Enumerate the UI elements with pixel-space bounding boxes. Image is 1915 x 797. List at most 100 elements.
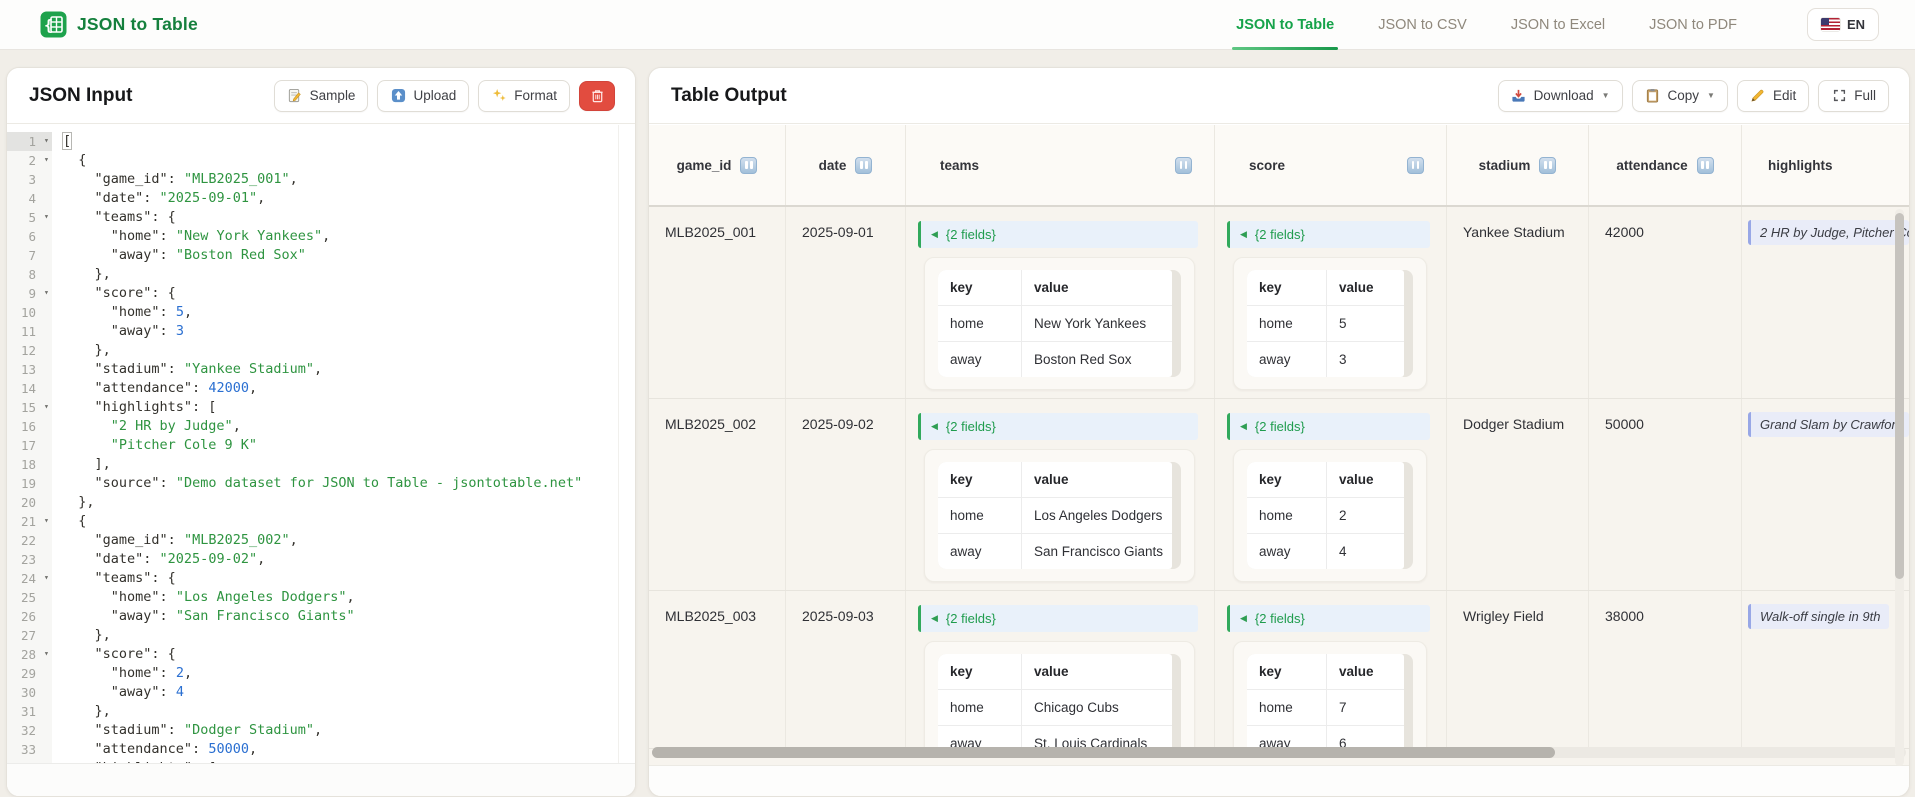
table-output-toolbar: Download ▼ Copy ▼ Edit Full [1497, 79, 1889, 112]
fields-collapse-badge[interactable]: ◀ {2 fields} [1227, 221, 1430, 248]
nested-table-header: key value [938, 270, 1172, 305]
line-number: 1 ▾ [7, 132, 52, 151]
column-pin-icon[interactable] [740, 156, 758, 174]
nested-column-header: value [1339, 664, 1374, 679]
column-pin-icon[interactable] [855, 156, 873, 174]
line-number: 26 [7, 607, 52, 626]
column-label: date [818, 157, 847, 173]
tab-json-to-pdf[interactable]: JSON to PDF [1649, 0, 1737, 50]
nested-value-cell: New York Yankees [1034, 316, 1147, 331]
full-button[interactable]: Full [1818, 79, 1889, 112]
fields-count-label: {2 fields} [1254, 419, 1305, 434]
line-number: 23 [7, 550, 52, 569]
language-selector[interactable]: EN [1806, 8, 1879, 41]
line-number: 15 ▾ [7, 398, 52, 417]
editor-line: 21 ▾ { [7, 512, 635, 531]
sample-button[interactable]: Sample [273, 79, 369, 112]
nested-table: key value home 5 away 3 [1247, 270, 1404, 377]
fold-arrow-icon[interactable]: ▾ [44, 512, 49, 531]
cell-score: ◀ {2 fields} key value home 5 away 3 [1215, 207, 1447, 398]
line-number: 7 [7, 246, 52, 265]
nested-table-card: key value home 7 away 6 [1233, 641, 1427, 748]
horizontal-scrollbar-thumb[interactable] [652, 747, 1555, 758]
nested-table-row: away 4 [1247, 533, 1404, 569]
highlight-pill: 2 HR by Judge, Pitcher Cole 9 K [1748, 220, 1909, 245]
cell-attendance: 50000 [1589, 399, 1742, 590]
fold-arrow-icon[interactable]: ▾ [44, 284, 49, 303]
tab-json-to-table[interactable]: JSON to Table [1232, 0, 1339, 50]
upload-button[interactable]: Upload [377, 79, 470, 112]
column-pin-icon[interactable] [1539, 156, 1557, 174]
json-input-panel: JSON Input Sample Upload Format 1 ▾[2 ▾ {3 "… [6, 67, 636, 797]
collapse-arrow-icon: ◀ [931, 613, 938, 623]
caret-down-icon: ▼ [1707, 91, 1715, 100]
fields-collapse-badge[interactable]: ◀ {2 fields} [918, 413, 1198, 440]
cell-game-id: MLB2025_001 [649, 207, 786, 398]
app-logo[interactable]: { JSON to Table [40, 11, 198, 38]
fields-collapse-badge[interactable]: ◀ {2 fields} [918, 605, 1198, 632]
line-number: 19 [7, 474, 52, 493]
cell-game-id: MLB2025_003 [649, 591, 786, 748]
line-number: 3 [7, 170, 52, 189]
format-button[interactable]: Format [478, 79, 570, 112]
fold-arrow-icon[interactable]: ▾ [44, 132, 49, 151]
fold-arrow-icon[interactable]: ▾ [44, 645, 49, 664]
line-number: 31 [7, 702, 52, 721]
column-pin-icon[interactable] [1175, 156, 1192, 174]
column-label: score [1249, 157, 1286, 173]
cell-teams: ◀ {2 fields} key value home Chicago Cubs away S… [906, 591, 1215, 748]
editor-line: 4 "date": "2025-09-01", [7, 189, 635, 208]
tab-json-to-excel[interactable]: JSON to Excel [1511, 0, 1605, 50]
full-button-label: Full [1854, 88, 1876, 103]
download-icon [1511, 88, 1527, 104]
cell-teams: ◀ {2 fields} key value home New York Yankees a… [906, 207, 1215, 398]
json-input-toolbar: Sample Upload Format [273, 79, 615, 112]
output-table: game_id date teams score stadium attendance hi… [649, 125, 1909, 796]
json-input-header: JSON Input Sample Upload Format [7, 68, 635, 124]
vertical-scrollbar-thumb[interactable] [1895, 213, 1904, 579]
editor-line: 18 ], [7, 455, 635, 474]
nested-table: key value home Los Angeles Dodgers away San F… [938, 462, 1172, 569]
nested-column-header: key [1247, 462, 1327, 497]
fold-arrow-icon[interactable]: ▾ [44, 569, 49, 588]
cell-stadium: Wrigley Field [1447, 591, 1589, 748]
column-pin-icon[interactable] [1696, 156, 1714, 174]
trash-icon [589, 88, 605, 104]
editor-line: 5 ▾ "teams": { [7, 208, 635, 227]
editor-line: 31 }, [7, 702, 635, 721]
copy-button[interactable]: Copy ▼ [1631, 79, 1728, 112]
fields-collapse-badge[interactable]: ◀ {2 fields} [1227, 605, 1430, 632]
nested-value-cell: 7 [1339, 700, 1347, 715]
editor-line: 9 ▾ "score": { [7, 284, 635, 303]
fold-arrow-icon[interactable]: ▾ [44, 398, 49, 417]
sample-button-label: Sample [309, 88, 356, 103]
edit-button[interactable]: Edit [1736, 79, 1810, 112]
fields-collapse-badge[interactable]: ◀ {2 fields} [918, 221, 1198, 248]
upload-icon [390, 88, 406, 104]
cell-stadium: Dodger Stadium [1447, 399, 1589, 590]
pencil-icon [1750, 88, 1766, 104]
column-header-date: date [786, 125, 906, 205]
line-number: 6 [7, 227, 52, 246]
fields-count-label: {2 fields} [945, 611, 996, 626]
column-pin-icon[interactable] [1407, 156, 1424, 174]
download-button[interactable]: Download ▼ [1497, 79, 1623, 112]
fields-collapse-badge[interactable]: ◀ {2 fields} [1227, 413, 1430, 440]
nested-column-header: value [1034, 280, 1069, 295]
fold-arrow-icon[interactable]: ▾ [44, 151, 49, 170]
nested-key-cell: away [938, 726, 1022, 748]
editor-line: 7 "away": "Boston Red Sox" [7, 246, 635, 265]
highlight-pill: Grand Slam by Crawford [1748, 412, 1909, 437]
line-number: 21 ▾ [7, 512, 52, 531]
horizontal-scrollbar[interactable] [652, 747, 1906, 758]
vertical-scrollbar[interactable] [1895, 209, 1904, 766]
tab-json-to-csv[interactable]: JSON to CSV [1378, 0, 1467, 50]
column-label: attendance [1616, 157, 1688, 173]
json-editor[interactable]: 1 ▾[2 ▾ {3 "game_id": "MLB2025_001", 4 "dat… [7, 125, 635, 796]
nested-value-cell: San Francisco Giants [1034, 544, 1164, 559]
column-header-stadium: stadium [1447, 125, 1589, 205]
editor-scrollbar-area[interactable] [7, 763, 635, 796]
fold-arrow-icon[interactable]: ▾ [44, 208, 49, 227]
clear-button[interactable] [579, 80, 615, 111]
line-number: 2 ▾ [7, 151, 52, 170]
